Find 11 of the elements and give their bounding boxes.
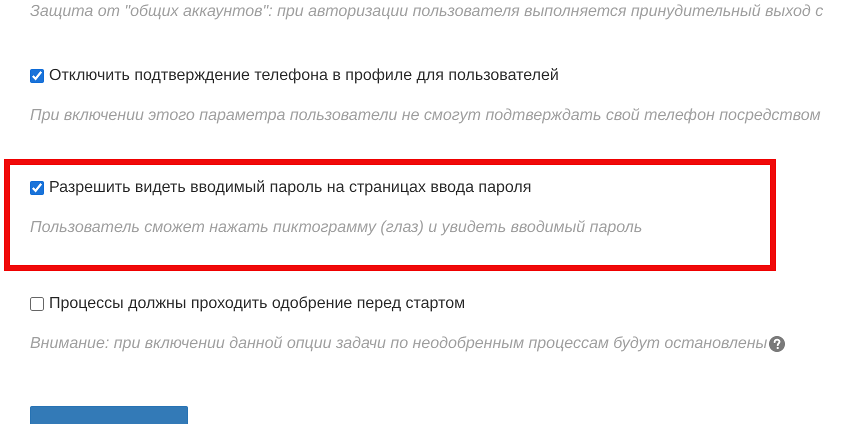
option-label: Отключить подтверждение телефона в профиле для пользователей: [49, 67, 559, 85]
option-label: Процессы должны проходить одобрение перед стартом: [49, 295, 466, 313]
checkbox[interactable]: [30, 181, 44, 195]
checkbox[interactable]: [30, 69, 44, 83]
option-label: Разрешить видеть вводимый пароль на страницах ввода пароля: [49, 179, 532, 197]
help-icon[interactable]: [769, 336, 786, 352]
option-description: При включении этого параметра пользователи не смогут подтверждать свой телефон посредством: [30, 106, 821, 126]
option-description: Защита от "общих аккаунтов": при авторизации пользователя выполняется принудительный выход с: [30, 2, 824, 22]
option-description: Пользователь сможет нажать пиктограмму (глаз) и увидеть вводимый пароль: [30, 218, 642, 238]
checkbox[interactable]: [30, 297, 44, 311]
option-description: Внимание: при включении данной опции задачи по неодобренным процессам будут остановлены: [30, 334, 768, 354]
